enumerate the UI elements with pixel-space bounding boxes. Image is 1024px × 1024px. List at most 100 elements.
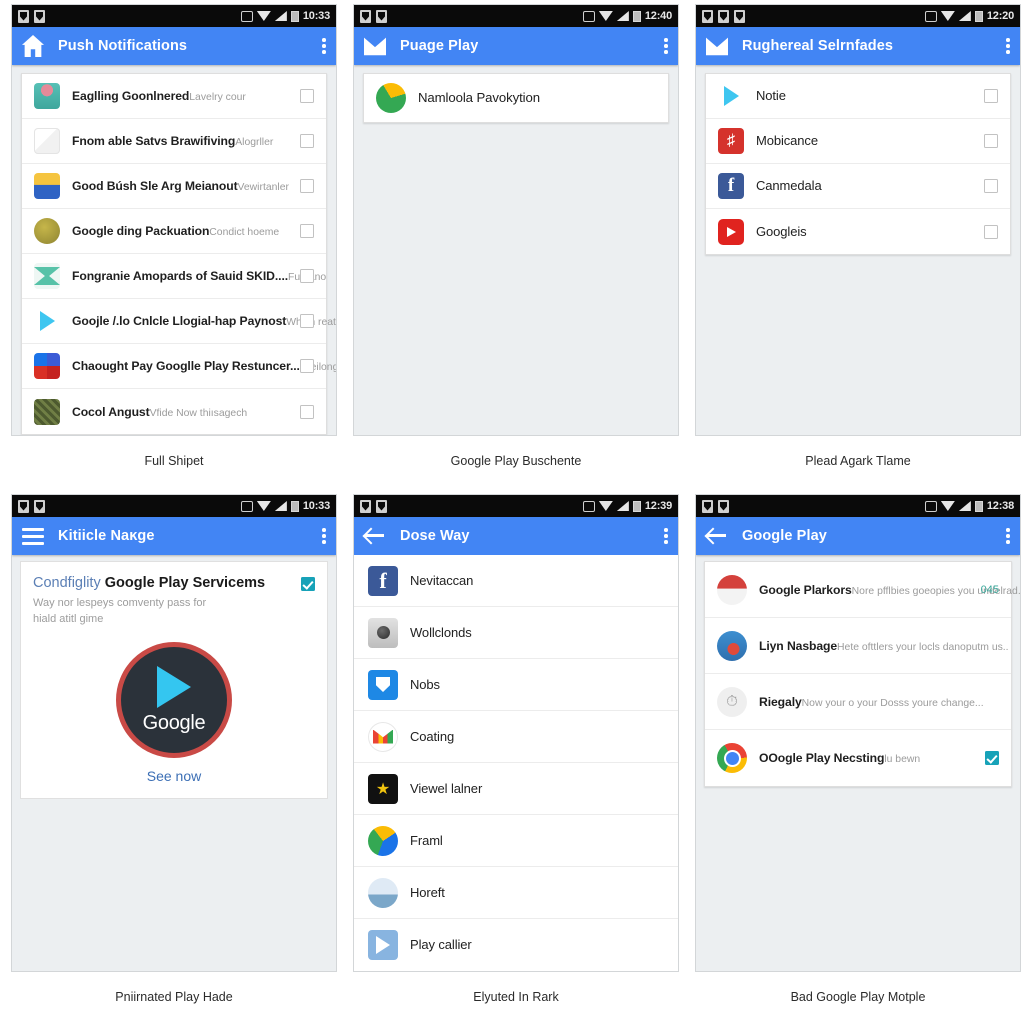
list-item[interactable]: Horeft: [354, 867, 678, 919]
panel-puage-play: 12:40 Puage Play Namloola Pavokytion Goo…: [344, 4, 688, 494]
back-arrow-icon[interactable]: [364, 525, 386, 547]
list-item-subtitle: Condict hoeme: [209, 227, 280, 238]
list-item[interactable]: f Canmedala: [706, 164, 1010, 209]
home-icon[interactable]: [22, 35, 44, 57]
phone-frame: 10:33 Kitiicle Naĸge Condfiglity Google …: [11, 494, 337, 972]
list-item[interactable]: Googleis: [706, 209, 1010, 254]
status-clock: 12:40: [644, 10, 672, 22]
download-icon: [18, 499, 29, 513]
list-item-checkbox[interactable]: [300, 179, 314, 193]
list-item-checkbox[interactable]: [300, 269, 314, 283]
play-blue-icon: [368, 930, 398, 960]
promo-checkbox[interactable]: [301, 577, 315, 591]
panel-grid: 10:33 Push Notifications Eaglling Goonln…: [0, 0, 1024, 1024]
list-item[interactable]: Wollclonds: [354, 607, 678, 659]
overflow-menu-icon[interactable]: [1006, 38, 1010, 54]
status-bar: 12:39: [354, 495, 678, 517]
parachute-icon: [34, 83, 60, 109]
list-item-subtitle: Hete ofttlers your locls danoputm us..: [837, 641, 1009, 653]
phone-frame: 12:40 Puage Play Namloola Pavokytion: [353, 4, 679, 436]
download-icon: [718, 9, 729, 23]
list-item-checkbox[interactable]: [984, 224, 998, 239]
list-item-title: Viewel lalner: [410, 780, 483, 796]
battery-icon: [974, 10, 983, 22]
see-now-link[interactable]: See now: [33, 768, 315, 784]
list-item-title: Liуn Nasbage: [759, 638, 838, 653]
list-item[interactable]: Google PlarkorsNore pfflbies ɡoeopies yo…: [705, 562, 1020, 618]
list-item-checkbox[interactable]: [300, 224, 314, 238]
back-arrow-icon[interactable]: [706, 525, 728, 547]
play-icon: [34, 308, 60, 334]
list-item-checkbox[interactable]: [985, 751, 999, 765]
list-item-title: Google ding Packuation: [72, 224, 210, 238]
panel-push-notifications: 10:33 Push Notifications Eaglling Goonln…: [4, 4, 344, 494]
panel-kitiicle-narge: 10:33 Kitiicle Naĸge Condfiglity Google …: [4, 494, 344, 1024]
app-bar: Google Play: [696, 517, 1020, 555]
status-badge: 045: [980, 583, 999, 596]
download-icon: [718, 499, 729, 513]
list-item-title: Nobs: [410, 676, 440, 692]
list-item-checkbox[interactable]: [984, 179, 998, 193]
battery-icon: [290, 500, 299, 512]
list-item[interactable]: Coating: [354, 711, 678, 763]
notification-list: Google PlarkorsNore pfflbies ɡoeopies yo…: [704, 561, 1020, 787]
app-bar: Kitiicle Naĸge: [12, 517, 336, 555]
status-bar: 10:33: [12, 495, 336, 517]
list-item-checkbox[interactable]: [300, 89, 314, 103]
list-item-title: Chaought Pay Googlle Play Restuncer....: [72, 359, 304, 373]
list-item-checkbox[interactable]: [984, 89, 998, 103]
list-item[interactable]: f Nevitaccan: [354, 555, 678, 607]
list-item[interactable]: Google ding PackuationCondict hoeme: [22, 209, 326, 254]
clock-icon: ⏱: [717, 686, 747, 717]
list-item[interactable]: Framl: [354, 815, 678, 867]
list-item[interactable]: ★ Viewel lalner: [354, 763, 678, 815]
overflow-menu-icon[interactable]: [1006, 528, 1010, 544]
mail-icon[interactable]: [364, 37, 386, 56]
list-item[interactable]: Cocol AngustVfide Now thiısagech: [22, 389, 326, 434]
list-item[interactable]: Chaought Pay Googlle Play Restuncer....R…: [22, 344, 336, 389]
list-item-title: Namloola Pavokytion: [418, 90, 540, 105]
list-item[interactable]: Good Búsh Sle Arg MeianoutVewirtanler: [22, 164, 326, 209]
google-play-badge-icon: Google: [116, 642, 232, 758]
list-item[interactable]: Play callier: [354, 919, 678, 971]
signal-icon: [274, 11, 287, 21]
notification-list: Namloola Pavokytion: [363, 73, 669, 123]
list-item-checkbox[interactable]: [300, 134, 314, 148]
promo-card[interactable]: Condfiglity Google Play Servicems Way no…: [20, 561, 328, 799]
overflow-menu-icon[interactable]: [664, 528, 668, 544]
panel-google-play: 12:38 Google Play Google PlarkorsNore pf…: [688, 494, 1024, 1024]
list-item[interactable]: ⏱ RiegalyNow your o your Dosss youre cha…: [705, 674, 1011, 730]
overflow-menu-icon[interactable]: [322, 528, 326, 544]
list-item-checkbox[interactable]: [300, 359, 314, 373]
list-item[interactable]: Fongranie Amopards of Sauid SKID....Fuhı…: [22, 254, 326, 299]
list-item[interactable]: Notie: [706, 74, 1010, 119]
list-item[interactable]: OΟoɡle Play Necstinglu bewn: [705, 730, 1011, 786]
download-icon: [34, 9, 45, 23]
facebook-icon: f: [718, 173, 744, 199]
list-item[interactable]: Liуn NasbageHete ofttlers your locls dan…: [705, 618, 1011, 674]
list-item-title: Cocol Angust: [72, 404, 150, 419]
list-item-title: Nevitaccan: [410, 572, 474, 588]
list-item-checkbox[interactable]: [984, 134, 998, 148]
list-item-subtitle: lu bewn: [884, 754, 921, 765]
list-item[interactable]: Eaglling GoonlneredLavelry cour: [22, 74, 326, 119]
overflow-menu-icon[interactable]: [322, 38, 326, 54]
list-item[interactable]: Namloola Pavokytion: [364, 74, 668, 122]
mail-icon[interactable]: [706, 37, 728, 56]
promo-header: Condfiglity Google Play Servicems Way no…: [33, 574, 315, 628]
list-item[interactable]: ♯ Mobicance: [706, 119, 1010, 164]
shield-icon: [368, 669, 398, 700]
signal-icon: [616, 11, 629, 21]
list-item[interactable]: Nobs: [354, 659, 678, 711]
list-item-title: Framl: [410, 832, 443, 848]
download-icon: [376, 9, 387, 23]
overflow-menu-icon[interactable]: [664, 38, 668, 54]
list-item-checkbox[interactable]: [300, 314, 314, 328]
hamburger-icon[interactable]: [22, 525, 44, 547]
status-system-icons: 12:40: [582, 10, 672, 22]
list-item-subtitle: Lavelry cour: [189, 92, 246, 103]
list-item[interactable]: Gooјle /.lo Cnlcle Llogial-hap PaynostWh…: [22, 299, 336, 344]
list-item-checkbox[interactable]: [300, 404, 314, 419]
promo-lead-text: Condfiglity: [33, 575, 101, 591]
list-item[interactable]: Fnom able Satvs BrawifivingAlogrller: [22, 119, 326, 164]
